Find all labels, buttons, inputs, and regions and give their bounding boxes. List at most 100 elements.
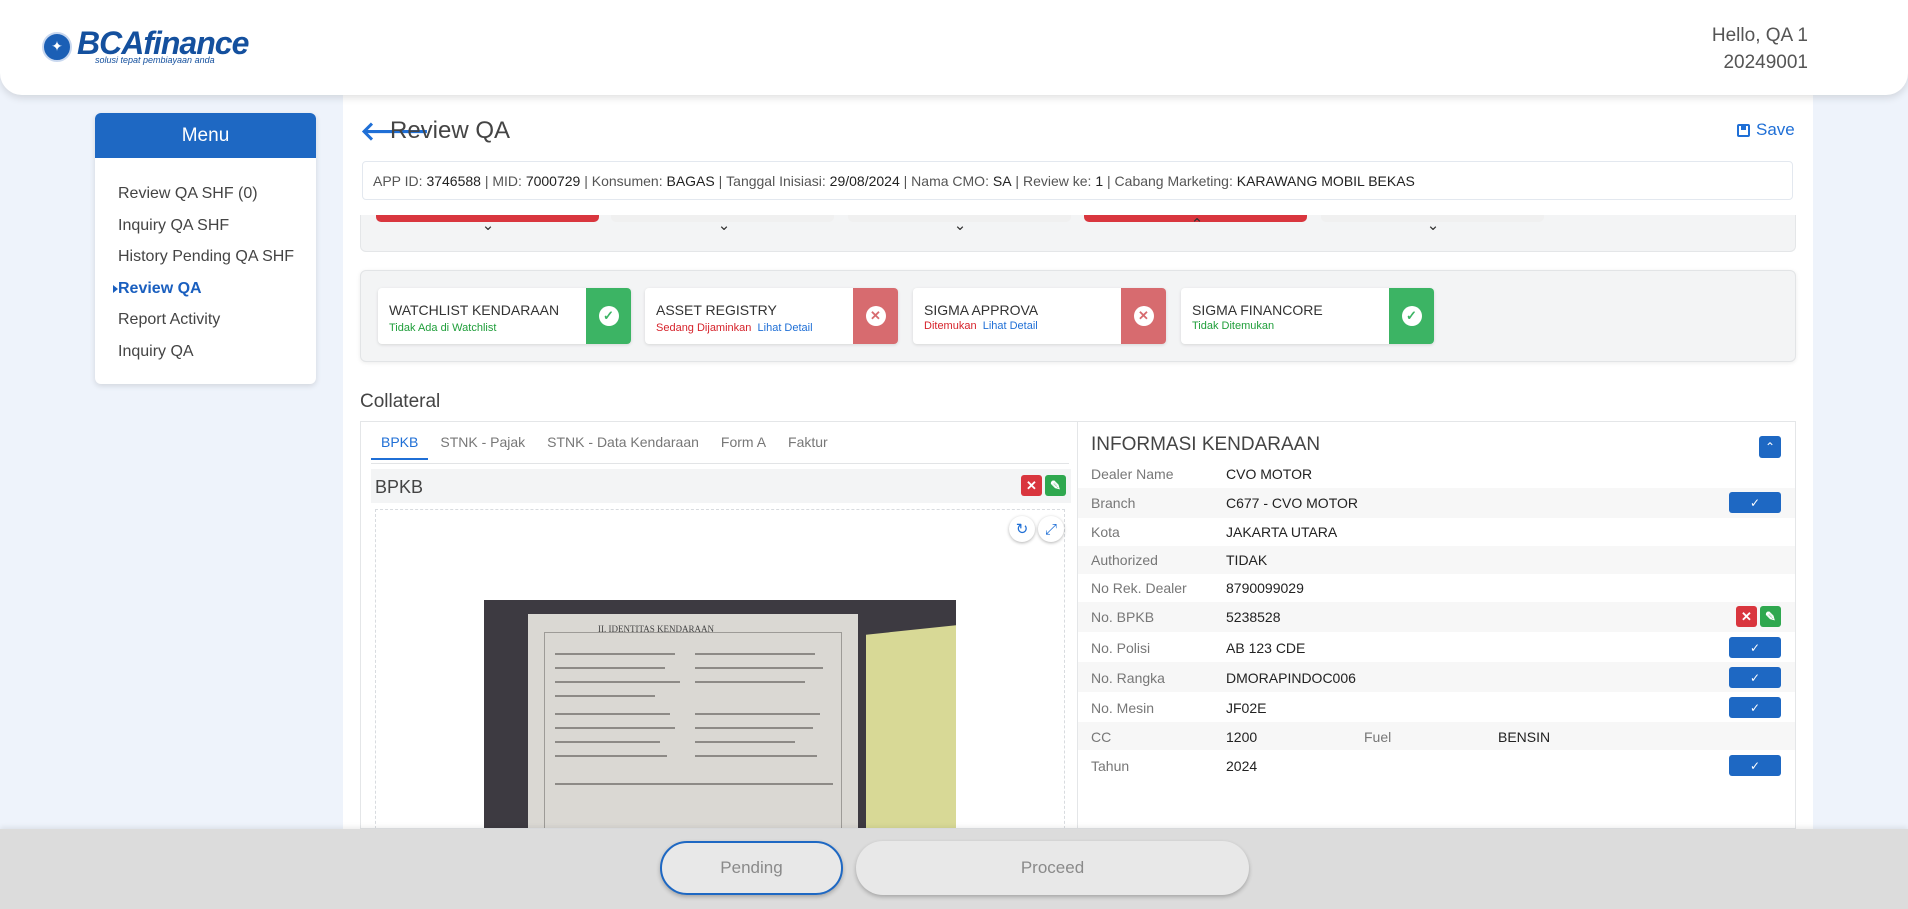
chevron-down-icon[interactable]: ⌄: [714, 218, 734, 234]
verify-check-button[interactable]: ✓: [1729, 697, 1781, 718]
fullscreen-icon[interactable]: ⤢: [1038, 516, 1064, 542]
proceed-button[interactable]: Proceed: [856, 841, 1249, 895]
tab-faktur[interactable]: Faktur: [788, 434, 828, 460]
sidebar-menu: Menu Review QA SHF (0) Inquiry QA SHF Hi…: [95, 113, 316, 384]
info-label: No. Mesin: [1091, 700, 1155, 716]
app-id-value: 3746588: [426, 172, 481, 189]
check-title: SIGMA FINANCORE: [1192, 302, 1323, 318]
info-label: Authorized: [1091, 552, 1158, 568]
verify-check-button[interactable]: ✓: [1729, 492, 1781, 513]
edit-button[interactable]: ✎: [1045, 475, 1066, 496]
info-label: No. Polisi: [1091, 640, 1151, 656]
info-value: JAKARTA UTARA: [1226, 524, 1338, 540]
mid-label: MID:: [492, 172, 522, 189]
verification-checks: WATCHLIST KENDARAAN Tidak Ada di Watchli…: [360, 270, 1796, 362]
info-row-kota: Kota JAKARTA UTARA: [1078, 518, 1795, 546]
document-viewer: ↻ ⤢ II. IDENTITAS KENDARAAN: [375, 509, 1065, 828]
info-value: 2024: [1226, 758, 1258, 774]
top-header: ✦ BCAfinance solusi tepat pembiayaan and…: [0, 0, 1908, 95]
tanggal-label: Tanggal Inisiasi:: [726, 172, 826, 189]
check-card-watchlist: WATCHLIST KENDARAAN Tidak Ada di Watchli…: [378, 288, 631, 344]
info-value: 8790099029: [1226, 580, 1304, 596]
check-result-badge: ✓: [1389, 288, 1434, 344]
save-button[interactable]: Save: [1737, 120, 1795, 140]
konsumen-value: BAGAS: [666, 172, 715, 189]
bcafinance-logo[interactable]: ✦ BCAfinance solusi tepat pembiayaan and…: [42, 27, 249, 65]
check-title: ASSET REGISTRY: [656, 302, 777, 318]
sidebar-item-history-pending-qa-shf[interactable]: History Pending QA SHF: [118, 241, 316, 273]
sidebar-item-review-qa[interactable]: Review QA: [113, 273, 316, 305]
check-status: Tidak Ditemukan: [1192, 320, 1275, 332]
check-circle-icon: ✓: [598, 306, 619, 326]
info-value: CVO MOTOR: [1226, 466, 1313, 482]
bottom-action-bar: Pending Proceed: [0, 829, 1908, 909]
greeting-text: Hello, QA 1: [1711, 25, 1808, 46]
check-result-badge: ✕: [1121, 288, 1166, 344]
document-tabs: BPKB STNK - Pajak STNK - Data Kendaraan …: [371, 434, 850, 460]
sidebar-title: Menu: [95, 113, 316, 158]
info-value: DMORAPINDOC006: [1226, 670, 1356, 686]
konsumen-label: Konsumen:: [591, 172, 663, 189]
lihat-detail-link[interactable]: Lihat Detail: [758, 322, 813, 334]
verify-check-button[interactable]: ✓: [1729, 755, 1781, 776]
application-info-bar: APP ID: 3746588 | MID: 7000729 | Konsume…: [362, 161, 1793, 200]
info-row-no-rangka: No. Rangka DMORAPINDOC006 ✓: [1078, 662, 1795, 692]
edit-button[interactable]: ✎: [1760, 606, 1781, 627]
info-value: JF02E: [1226, 700, 1267, 716]
info-value: C677 - CVO MOTOR: [1226, 495, 1358, 511]
info-row-no-polisi: No. Polisi AB 123 CDE ✓: [1078, 632, 1795, 662]
save-icon: [1737, 123, 1750, 137]
check-status: Ditemukan: [924, 320, 977, 332]
info-row-no-bpkb: No. BPKB 5238528 ✕ ✎: [1078, 602, 1795, 632]
sidebar-item-review-qa-shf[interactable]: Review QA SHF (0): [118, 178, 316, 210]
save-label: Save: [1756, 120, 1795, 139]
sidebar-item-inquiry-qa-shf[interactable]: Inquiry QA SHF: [118, 210, 316, 242]
check-title: SIGMA APPROVA: [924, 302, 1039, 318]
info-label: Dealer Name: [1091, 466, 1174, 482]
cabang-value: KARAWANG MOBIL BEKAS: [1236, 172, 1415, 189]
chevron-down-icon[interactable]: ⌄: [478, 218, 498, 234]
vehicle-info-panel: INFORMASI KENDARAAN ⌃ Dealer Name CVO MO…: [1078, 421, 1796, 829]
collateral-documents-panel: BPKB STNK - Pajak STNK - Data Kendaraan …: [360, 421, 1078, 829]
check-card-sigma-approva: SIGMA APPROVA Ditemukan Lihat Detail ✕: [913, 288, 1166, 344]
chevron-up-icon[interactable]: ⌃: [1759, 436, 1781, 458]
check-circle-icon: ✓: [1401, 306, 1422, 326]
info-label: No Rek. Dealer: [1091, 580, 1187, 596]
x-circle-icon: ✕: [1133, 306, 1154, 326]
rotate-icon[interactable]: ↻: [1009, 516, 1035, 542]
sidebar-item-report-activity[interactable]: Report Activity: [118, 304, 316, 336]
tab-form-a[interactable]: Form A: [721, 434, 766, 460]
reject-button[interactable]: ✕: [1021, 475, 1042, 496]
reject-button[interactable]: ✕: [1736, 606, 1757, 627]
page-title: Review QA: [390, 117, 511, 144]
info-value: 1200: [1226, 729, 1258, 745]
lihat-detail-link[interactable]: Lihat Detail: [983, 320, 1038, 332]
x-circle-icon: ✕: [865, 306, 886, 326]
collapsed-cards-strip: ⌄ ⌄ ⌄ ⌃ ⌄: [360, 215, 1796, 252]
cabang-label: Cabang Marketing:: [1114, 172, 1233, 189]
tab-stnk-data-kendaraan[interactable]: STNK - Data Kendaraan: [547, 434, 699, 460]
check-result-badge: ✕: [853, 288, 898, 344]
tab-stnk-pajak[interactable]: STNK - Pajak: [440, 434, 525, 460]
info-row-authorized: Authorized TIDAK: [1078, 546, 1795, 574]
tabs-divider: [371, 463, 1069, 464]
info-label: Kota: [1091, 524, 1120, 540]
tab-bpkb[interactable]: BPKB: [371, 434, 429, 460]
info-row-branch: Branch C677 - CVO MOTOR ✓: [1078, 488, 1795, 518]
section-title-collateral: Collateral: [360, 391, 441, 412]
review-label: Review ke:: [1022, 172, 1092, 189]
check-status: Tidak Ada di Watchlist: [389, 322, 497, 334]
document-header: BPKB ✕ ✎: [371, 469, 1071, 503]
chevron-up-icon[interactable]: ⌃: [1187, 217, 1207, 233]
chevron-down-icon[interactable]: ⌄: [950, 218, 970, 234]
chevron-down-icon[interactable]: ⌄: [1423, 218, 1443, 234]
info-label: Branch: [1091, 495, 1136, 511]
cmo-value: SA: [992, 172, 1012, 189]
verify-check-button[interactable]: ✓: [1729, 637, 1781, 658]
app-id-label: APP ID:: [373, 172, 423, 189]
verify-check-button[interactable]: ✓: [1729, 667, 1781, 688]
info-row-no-rek-dealer: No Rek. Dealer 8790099029: [1078, 574, 1795, 602]
sidebar-item-inquiry-qa[interactable]: Inquiry QA: [118, 336, 316, 368]
pending-button[interactable]: Pending: [660, 841, 843, 895]
vehicle-info-title: INFORMASI KENDARAAN: [1091, 434, 1321, 455]
